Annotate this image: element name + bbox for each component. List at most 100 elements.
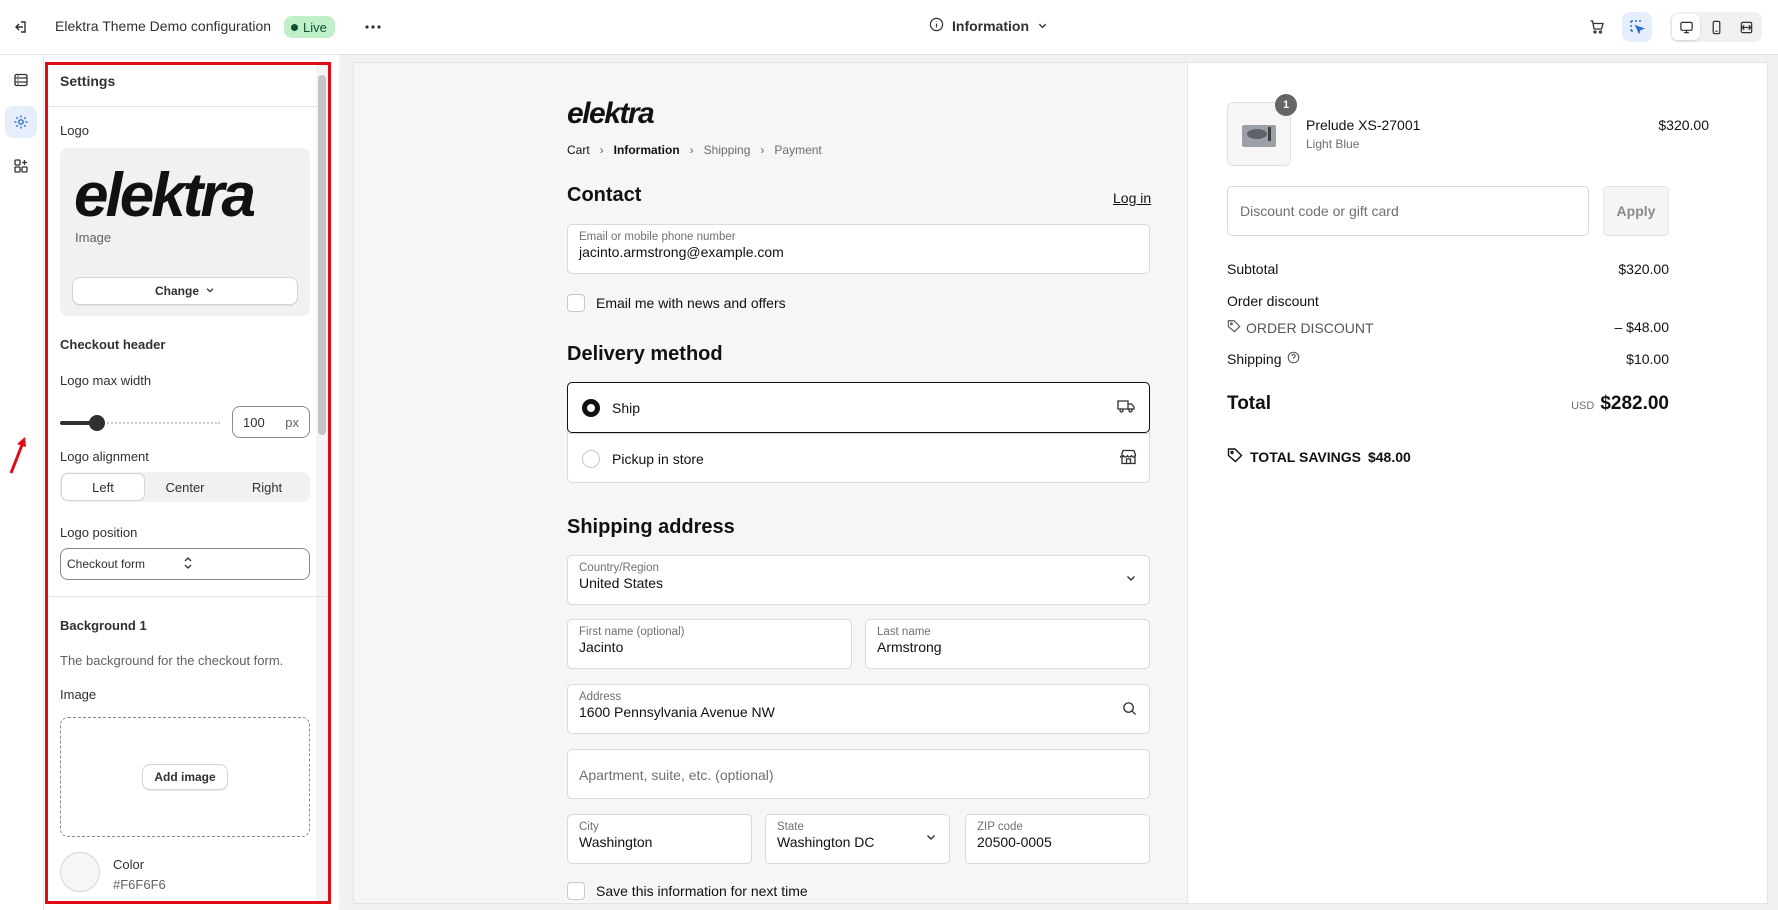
delivery-option-ship[interactable]: Ship: [567, 382, 1150, 433]
country-value: United States: [579, 575, 664, 591]
annotation-arrow-icon: [8, 435, 28, 478]
background-description: The background for the checkout form.: [60, 653, 284, 668]
news-checkbox[interactable]: Email me with news and offers: [567, 294, 786, 312]
city-field[interactable]: City Washington: [567, 814, 752, 864]
total-savings: TOTAL SAVINGS $48.00: [1227, 447, 1411, 466]
last-name-value: Armstrong: [877, 639, 942, 655]
city-value: Washington: [579, 834, 653, 850]
mobile-icon: [1712, 20, 1720, 34]
discount-code: ORDER DISCOUNT: [1246, 319, 1374, 336]
order-discount-row: Order discount: [1227, 293, 1669, 309]
breadcrumb-cart[interactable]: Cart: [567, 143, 590, 157]
cart-preview-button[interactable]: [1582, 12, 1612, 42]
first-name-field[interactable]: First name (optional) Jacinto: [567, 619, 852, 669]
breadcrumb-payment: Payment: [774, 143, 822, 157]
product-price: $320.00: [1658, 117, 1709, 133]
toolbar-right: [1582, 12, 1762, 42]
news-checkbox-label: Email me with news and offers: [596, 295, 786, 311]
help-icon[interactable]: [1287, 351, 1300, 367]
email-field[interactable]: Email or mobile phone number jacinto.arm…: [567, 224, 1150, 274]
apartment-placeholder: Apartment, suite, etc. (optional): [579, 767, 774, 783]
scrollbar-thumb[interactable]: [318, 75, 326, 435]
discount-input[interactable]: Discount code or gift card: [1227, 186, 1589, 236]
zip-value: 20500-0005: [977, 834, 1052, 850]
sections-icon: [14, 73, 28, 87]
checkbox-box[interactable]: [567, 294, 585, 312]
page-selector[interactable]: Information: [929, 17, 1048, 35]
checkout-form-column: elektra Cart › Information › Shipping › …: [354, 63, 1188, 903]
city-label: City: [579, 821, 599, 833]
search-icon[interactable]: [1122, 701, 1137, 719]
alignment-center-option[interactable]: Center: [144, 474, 226, 500]
country-select[interactable]: Country/Region United States: [567, 555, 1150, 605]
email-label: Email or mobile phone number: [579, 231, 736, 243]
delivery-option-pickup[interactable]: Pickup in store: [568, 433, 1151, 483]
save-info-checkbox[interactable]: Save this information for next time: [567, 882, 808, 900]
last-name-field[interactable]: Last name Armstrong: [865, 619, 1150, 669]
product-name: Prelude XS-27001: [1306, 117, 1421, 133]
savings-label: TOTAL SAVINGS: [1250, 448, 1361, 465]
order-summary-column: 1 Prelude XS-27001 Light Blue $320.00 Di…: [1189, 63, 1767, 903]
zip-field[interactable]: ZIP code 20500-0005: [965, 814, 1150, 864]
state-label: State: [777, 821, 804, 833]
chevron-down-icon: [205, 284, 215, 298]
order-discount-label: Order discount: [1227, 293, 1319, 309]
logo-position-value: Checkout form: [67, 557, 146, 571]
change-logo-button[interactable]: Change: [72, 277, 298, 305]
alignment-right-option[interactable]: Right: [226, 474, 308, 500]
subtotal-row: Subtotal $320.00: [1227, 261, 1669, 277]
status-badge: Live: [284, 16, 335, 38]
info-icon: [929, 17, 944, 35]
top-bar: Elektra Theme Demo configuration Live In…: [0, 0, 1778, 55]
discount-placeholder: Discount code or gift card: [1240, 203, 1399, 219]
color-swatch[interactable]: [60, 852, 100, 892]
desktop-view-button[interactable]: [1672, 14, 1700, 40]
settings-nav-button[interactable]: [5, 106, 37, 138]
radio-unselected[interactable]: [582, 449, 600, 468]
tag-icon: [1227, 319, 1241, 336]
inspector-button[interactable]: [1622, 12, 1652, 42]
apartment-field[interactable]: Apartment, suite, etc. (optional): [567, 749, 1150, 799]
logo-max-width-label: Logo max width: [60, 373, 152, 388]
address-field[interactable]: Address 1600 Pennsylvania Avenue NW: [567, 684, 1150, 734]
subtotal-label: Subtotal: [1227, 261, 1279, 277]
apply-button[interactable]: Apply: [1603, 186, 1669, 236]
color-label: Color: [113, 857, 145, 872]
sections-nav-button[interactable]: [5, 64, 37, 96]
state-select[interactable]: State Washington DC: [765, 814, 950, 864]
login-link[interactable]: Log in: [1113, 190, 1151, 206]
cart-icon: [1590, 20, 1604, 34]
add-image-button[interactable]: Add image: [142, 764, 228, 790]
first-name-label: First name (optional): [579, 626, 685, 638]
settings-panel: Settings Logo elektra Image Change Check…: [45, 62, 331, 904]
store-logo[interactable]: elektra: [567, 97, 655, 131]
app-title: Elektra Theme Demo configuration: [55, 18, 272, 34]
state-value: Washington DC: [777, 834, 875, 850]
select-arrows-icon: [183, 556, 299, 573]
more-options-icon[interactable]: [362, 16, 384, 38]
desktop-icon: [1679, 21, 1693, 33]
logo-max-width-unit: px: [285, 414, 299, 430]
radio-selected[interactable]: [582, 398, 600, 417]
logo-max-width-input[interactable]: 100 px: [232, 406, 310, 438]
slider-handle[interactable]: [89, 415, 105, 431]
chevron-down-icon: [925, 831, 937, 846]
alignment-left-option[interactable]: Left: [62, 474, 144, 500]
settings-scrollbar[interactable]: [316, 65, 328, 901]
expand-icon: [1740, 21, 1752, 33]
checkbox-box[interactable]: [567, 882, 585, 900]
apps-nav-button[interactable]: [5, 150, 37, 182]
mobile-view-button[interactable]: [1702, 14, 1730, 40]
total-value: $282.00: [1600, 393, 1669, 414]
logo-position-select[interactable]: Checkout form: [60, 548, 310, 580]
delivery-option-label: Pickup in store: [612, 450, 704, 467]
breadcrumb: Cart › Information › Shipping › Payment: [567, 143, 822, 157]
logo-max-width-slider[interactable]: [60, 415, 220, 431]
exit-icon[interactable]: [9, 16, 31, 38]
background-image-dropzone[interactable]: Add image: [60, 717, 310, 837]
logo-preview[interactable]: elektra Image: [60, 148, 310, 262]
fullwidth-view-button[interactable]: [1732, 14, 1760, 40]
device-switcher: [1670, 12, 1762, 42]
logo-alignment-label: Logo alignment: [60, 449, 149, 464]
shipping-label: Shipping: [1227, 351, 1282, 367]
